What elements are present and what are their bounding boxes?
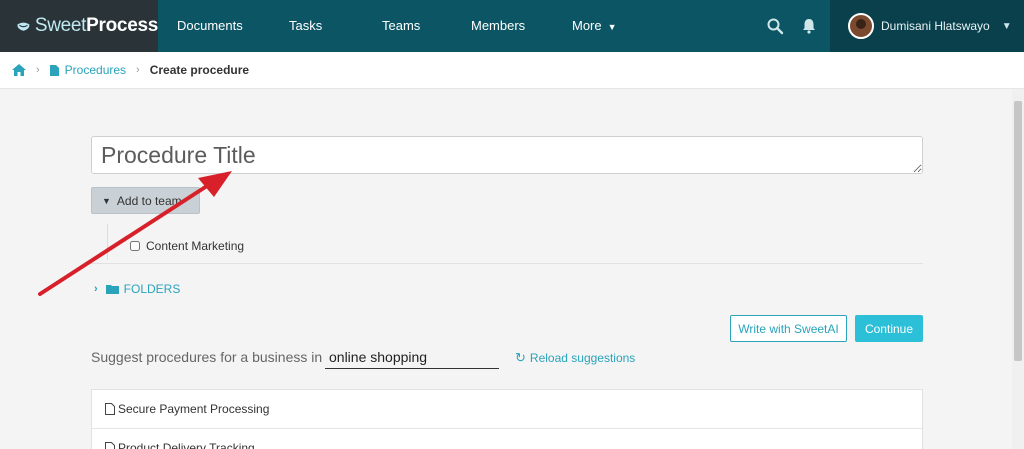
chevron-down-icon: ▼: [102, 195, 111, 206]
scrollbar[interactable]: [1012, 89, 1024, 449]
suggest-label: Suggest procedures for a business in: [91, 349, 323, 365]
breadcrumb-procedures-label: Procedures: [64, 63, 127, 77]
team-option-label: Content Marketing: [146, 239, 245, 253]
nav-members[interactable]: Members: [471, 0, 525, 52]
nav-more-label: More: [572, 18, 602, 33]
suggestion-label: Product Delivery Tracking: [118, 441, 255, 449]
chevron-right-icon: ›: [36, 64, 40, 76]
reload-suggestions-link[interactable]: ↻ Reload suggestions: [515, 350, 635, 366]
add-to-team-label: Add to team: [116, 193, 182, 208]
reload-icon: ↻: [515, 350, 526, 365]
breadcrumb: › Procedures › Create procedure: [0, 52, 1024, 89]
team-list-line: [107, 224, 108, 260]
user-name: Dumisani Hlatswayo: [881, 19, 990, 33]
suggestion-list: Secure Payment Processing Product Delive…: [91, 389, 923, 449]
folders-label: FOLDERS: [123, 282, 181, 296]
suggestion-item[interactable]: Product Delivery Tracking: [92, 429, 922, 449]
chevron-down-icon: ▼: [607, 22, 617, 32]
divider: [91, 263, 923, 264]
suggestion-label: Secure Payment Processing: [118, 402, 270, 416]
scrollbar-thumb[interactable]: [1014, 101, 1022, 361]
document-icon: [105, 442, 115, 449]
procedure-title-input[interactable]: [91, 136, 923, 174]
logo[interactable]: SweetProcess: [0, 0, 158, 52]
folder-icon: [105, 285, 119, 294]
home-icon[interactable]: [12, 64, 26, 76]
team-option-content-marketing[interactable]: Content Marketing: [130, 239, 244, 253]
logo-text: SweetProcess: [34, 15, 158, 36]
suggestion-item[interactable]: Secure Payment Processing: [92, 390, 922, 429]
breadcrumb-current: Create procedure: [149, 63, 250, 77]
bell-icon[interactable]: [800, 17, 818, 35]
folders-toggle[interactable]: › FOLDERS: [94, 282, 180, 296]
continue-button[interactable]: Continue: [855, 315, 923, 342]
add-to-team-button[interactable]: ▼ Add to team: [91, 187, 200, 214]
document-icon: [49, 64, 59, 76]
avatar: [848, 13, 874, 39]
top-nav: SweetProcess Documents Tasks Teams Membe…: [0, 0, 1024, 52]
business-type-input[interactable]: [325, 345, 499, 369]
document-icon: [105, 403, 115, 415]
sweetprocess-logo-icon: [17, 22, 30, 31]
reload-suggestions-label: Reload suggestions: [529, 351, 636, 365]
nav-tasks[interactable]: Tasks: [289, 0, 322, 52]
breadcrumb-procedures[interactable]: Procedures: [49, 63, 127, 77]
nav-documents[interactable]: Documents: [177, 0, 243, 52]
chevron-down-icon: ▼: [1001, 20, 1012, 32]
nav-teams[interactable]: Teams: [382, 0, 420, 52]
chevron-right-icon: ›: [94, 283, 98, 295]
chevron-right-icon: ›: [136, 64, 140, 76]
nav-more[interactable]: More ▼: [572, 0, 617, 52]
search-icon[interactable]: [766, 17, 784, 35]
team-checkbox[interactable]: [130, 241, 140, 251]
user-menu[interactable]: Dumisani Hlatswayo ▼: [830, 0, 1024, 52]
write-with-sweetai-button[interactable]: Write with SweetAI: [730, 315, 847, 342]
